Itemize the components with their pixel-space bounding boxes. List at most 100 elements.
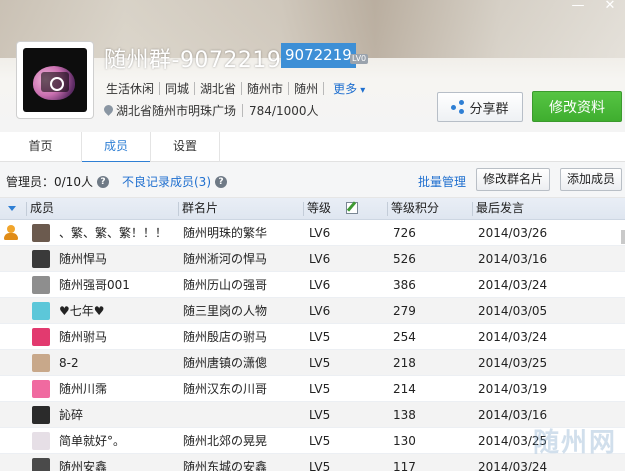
column-level[interactable]: 等级 bbox=[303, 198, 385, 220]
member-card bbox=[183, 402, 303, 428]
member-nickname: 随州悍马 bbox=[59, 252, 108, 266]
member-points: 254 bbox=[393, 330, 416, 344]
member-avatar[interactable] bbox=[32, 380, 50, 398]
add-member-button[interactable]: 添加成员 bbox=[560, 168, 622, 191]
scrollbar-thumb[interactable] bbox=[621, 230, 625, 244]
member-points: 130 bbox=[393, 434, 416, 448]
more-tags-link[interactable]: 更多 bbox=[333, 80, 365, 97]
bad-record-link[interactable]: 不良记录成员(3) bbox=[122, 173, 211, 190]
watermark-logo: 随州网 bbox=[470, 418, 625, 471]
member-level: LV5 bbox=[309, 460, 331, 471]
group-location: 湖北省随州市明珠广场 784/1000人 bbox=[104, 102, 319, 119]
tag[interactable]: 同城 bbox=[165, 80, 189, 97]
tag[interactable]: 生活休闲 bbox=[106, 80, 154, 97]
member-card: 随州东城の安鑫 bbox=[183, 460, 268, 471]
table-row[interactable]: ♥七年♥ 随三里岗の人物 LV6 279 2014/03/05 bbox=[0, 298, 625, 324]
column-points[interactable]: 等级积分 bbox=[387, 198, 471, 220]
member-count: 784/1000人 bbox=[249, 104, 319, 118]
member-nickname: 訫碎 bbox=[59, 408, 84, 422]
member-points: 526 bbox=[393, 252, 416, 266]
member-avatar[interactable] bbox=[32, 406, 50, 424]
column-member[interactable]: 成员 bbox=[26, 198, 176, 220]
member-points: 279 bbox=[393, 304, 416, 318]
member-avatar[interactable] bbox=[32, 328, 50, 346]
minimize-button[interactable]: — bbox=[569, 0, 587, 14]
close-button[interactable]: ✕ bbox=[601, 0, 619, 14]
member-nickname: 8-2 bbox=[59, 356, 79, 370]
help-icon[interactable]: ? bbox=[215, 175, 227, 188]
member-nickname: 随州川霈 bbox=[59, 382, 108, 396]
table-row[interactable]: 随州强哥001 随州历山の强哥 LV6 386 2014/03/24 bbox=[0, 272, 625, 298]
tag[interactable]: 湖北省 bbox=[200, 80, 236, 97]
camera-icon[interactable] bbox=[41, 72, 69, 92]
member-last-post: 2014/03/19 bbox=[478, 382, 548, 396]
member-card: 随州唐镇の潇傯 bbox=[183, 356, 268, 370]
owner-icon bbox=[4, 225, 18, 240]
member-avatar[interactable] bbox=[32, 302, 50, 320]
tab-bar: 首页 成员 设置 bbox=[0, 132, 625, 163]
member-avatar[interactable] bbox=[32, 224, 50, 242]
member-level: LV6 bbox=[309, 252, 331, 266]
tab-members[interactable]: 成员 bbox=[82, 132, 151, 163]
member-level: LV5 bbox=[309, 382, 331, 396]
table-row[interactable]: 随州川霈 随州汉东の川哥 LV5 214 2014/03/19 bbox=[0, 376, 625, 402]
table-row[interactable]: 8-2 随州唐镇の潇傯 LV5 218 2014/03/25 bbox=[0, 350, 625, 376]
member-level: LV6 bbox=[309, 278, 331, 292]
tab-home[interactable]: 首页 bbox=[0, 132, 82, 162]
table-row[interactable]: 随州悍马 随州淅河の悍马 LV6 526 2014/03/16 bbox=[0, 246, 625, 272]
member-nickname: 随州强哥001 bbox=[59, 278, 130, 292]
column-card[interactable]: 群名片 bbox=[178, 198, 302, 220]
member-last-post: 2014/03/26 bbox=[478, 226, 548, 240]
member-card: 随州北郊の晃晃 bbox=[183, 434, 268, 448]
watermark-text: 随州网 bbox=[532, 427, 617, 457]
divider bbox=[242, 104, 244, 117]
group-avatar-frame[interactable] bbox=[16, 41, 94, 119]
member-points: 386 bbox=[393, 278, 416, 292]
share-group-label: 分享群 bbox=[469, 101, 509, 117]
member-level: LV5 bbox=[309, 434, 331, 448]
divider bbox=[159, 82, 161, 95]
member-avatar[interactable] bbox=[32, 250, 50, 268]
member-nickname: 随州驸马 bbox=[59, 330, 108, 344]
member-nickname: 、繁、繁、繁！！！ bbox=[59, 226, 168, 240]
members-toolbar: 管理员：0/10人 ? 不良记录成员(3) ? 批量管理 修改群名片 添加成员 bbox=[0, 162, 625, 198]
batch-manage-link[interactable]: 批量管理 bbox=[418, 173, 466, 190]
divider bbox=[194, 82, 196, 95]
edit-level-icon[interactable] bbox=[346, 202, 358, 214]
bad-record-members[interactable]: 不良记录成员(3) ? bbox=[122, 173, 227, 190]
group-level-badge: LV0 bbox=[350, 54, 369, 64]
member-card: 随州殷店の驸马 bbox=[183, 330, 268, 344]
member-card: 随州淅河の悍马 bbox=[183, 252, 268, 266]
member-avatar[interactable] bbox=[32, 432, 50, 450]
column-last-post[interactable]: 最后发言 bbox=[472, 198, 622, 220]
group-header: — ✕ 随州群-9072219 9072219 LV0 生活休闲 同城 湖北省 … bbox=[0, 0, 625, 132]
member-points: 117 bbox=[393, 460, 416, 471]
tag[interactable]: 随州市 bbox=[247, 80, 283, 97]
member-level: LV5 bbox=[309, 408, 331, 422]
share-icon bbox=[451, 100, 465, 114]
table-row[interactable]: 随州驸马 随州殷店の驸马 LV5 254 2014/03/24 bbox=[0, 324, 625, 350]
sort-arrow-icon[interactable] bbox=[8, 206, 16, 211]
help-icon[interactable]: ? bbox=[96, 175, 109, 188]
member-points: 218 bbox=[393, 356, 416, 370]
tab-settings[interactable]: 设置 bbox=[151, 132, 220, 162]
member-avatar[interactable] bbox=[32, 458, 50, 471]
edit-card-button[interactable]: 修改群名片 bbox=[476, 168, 550, 191]
group-avatar[interactable] bbox=[23, 48, 87, 112]
divider bbox=[323, 82, 325, 95]
admin-count: 管理员：0/10人 ? bbox=[6, 173, 109, 190]
member-nickname: 随州安鑫 bbox=[59, 460, 108, 471]
member-last-post: 2014/03/16 bbox=[478, 252, 548, 266]
admin-count-text: 管理员：0/10人 bbox=[6, 175, 93, 189]
member-card: 随州历山の强哥 bbox=[183, 278, 268, 292]
group-tags: 生活休闲 同城 湖北省 随州市 随州 更多 bbox=[106, 80, 365, 97]
member-points: 138 bbox=[393, 408, 416, 422]
share-group-button[interactable]: 分享群 bbox=[437, 92, 523, 122]
edit-info-button[interactable]: 修改资料 bbox=[532, 91, 622, 122]
tag[interactable]: 随州 bbox=[294, 80, 318, 97]
member-avatar[interactable] bbox=[32, 354, 50, 372]
member-avatar[interactable] bbox=[32, 276, 50, 294]
table-row[interactable]: 、繁、繁、繁！！！ 随州明珠的繁华 LV6 726 2014/03/26 bbox=[0, 220, 625, 246]
member-level: LV5 bbox=[309, 356, 331, 370]
member-nickname: 简单就好°。 bbox=[59, 434, 126, 448]
